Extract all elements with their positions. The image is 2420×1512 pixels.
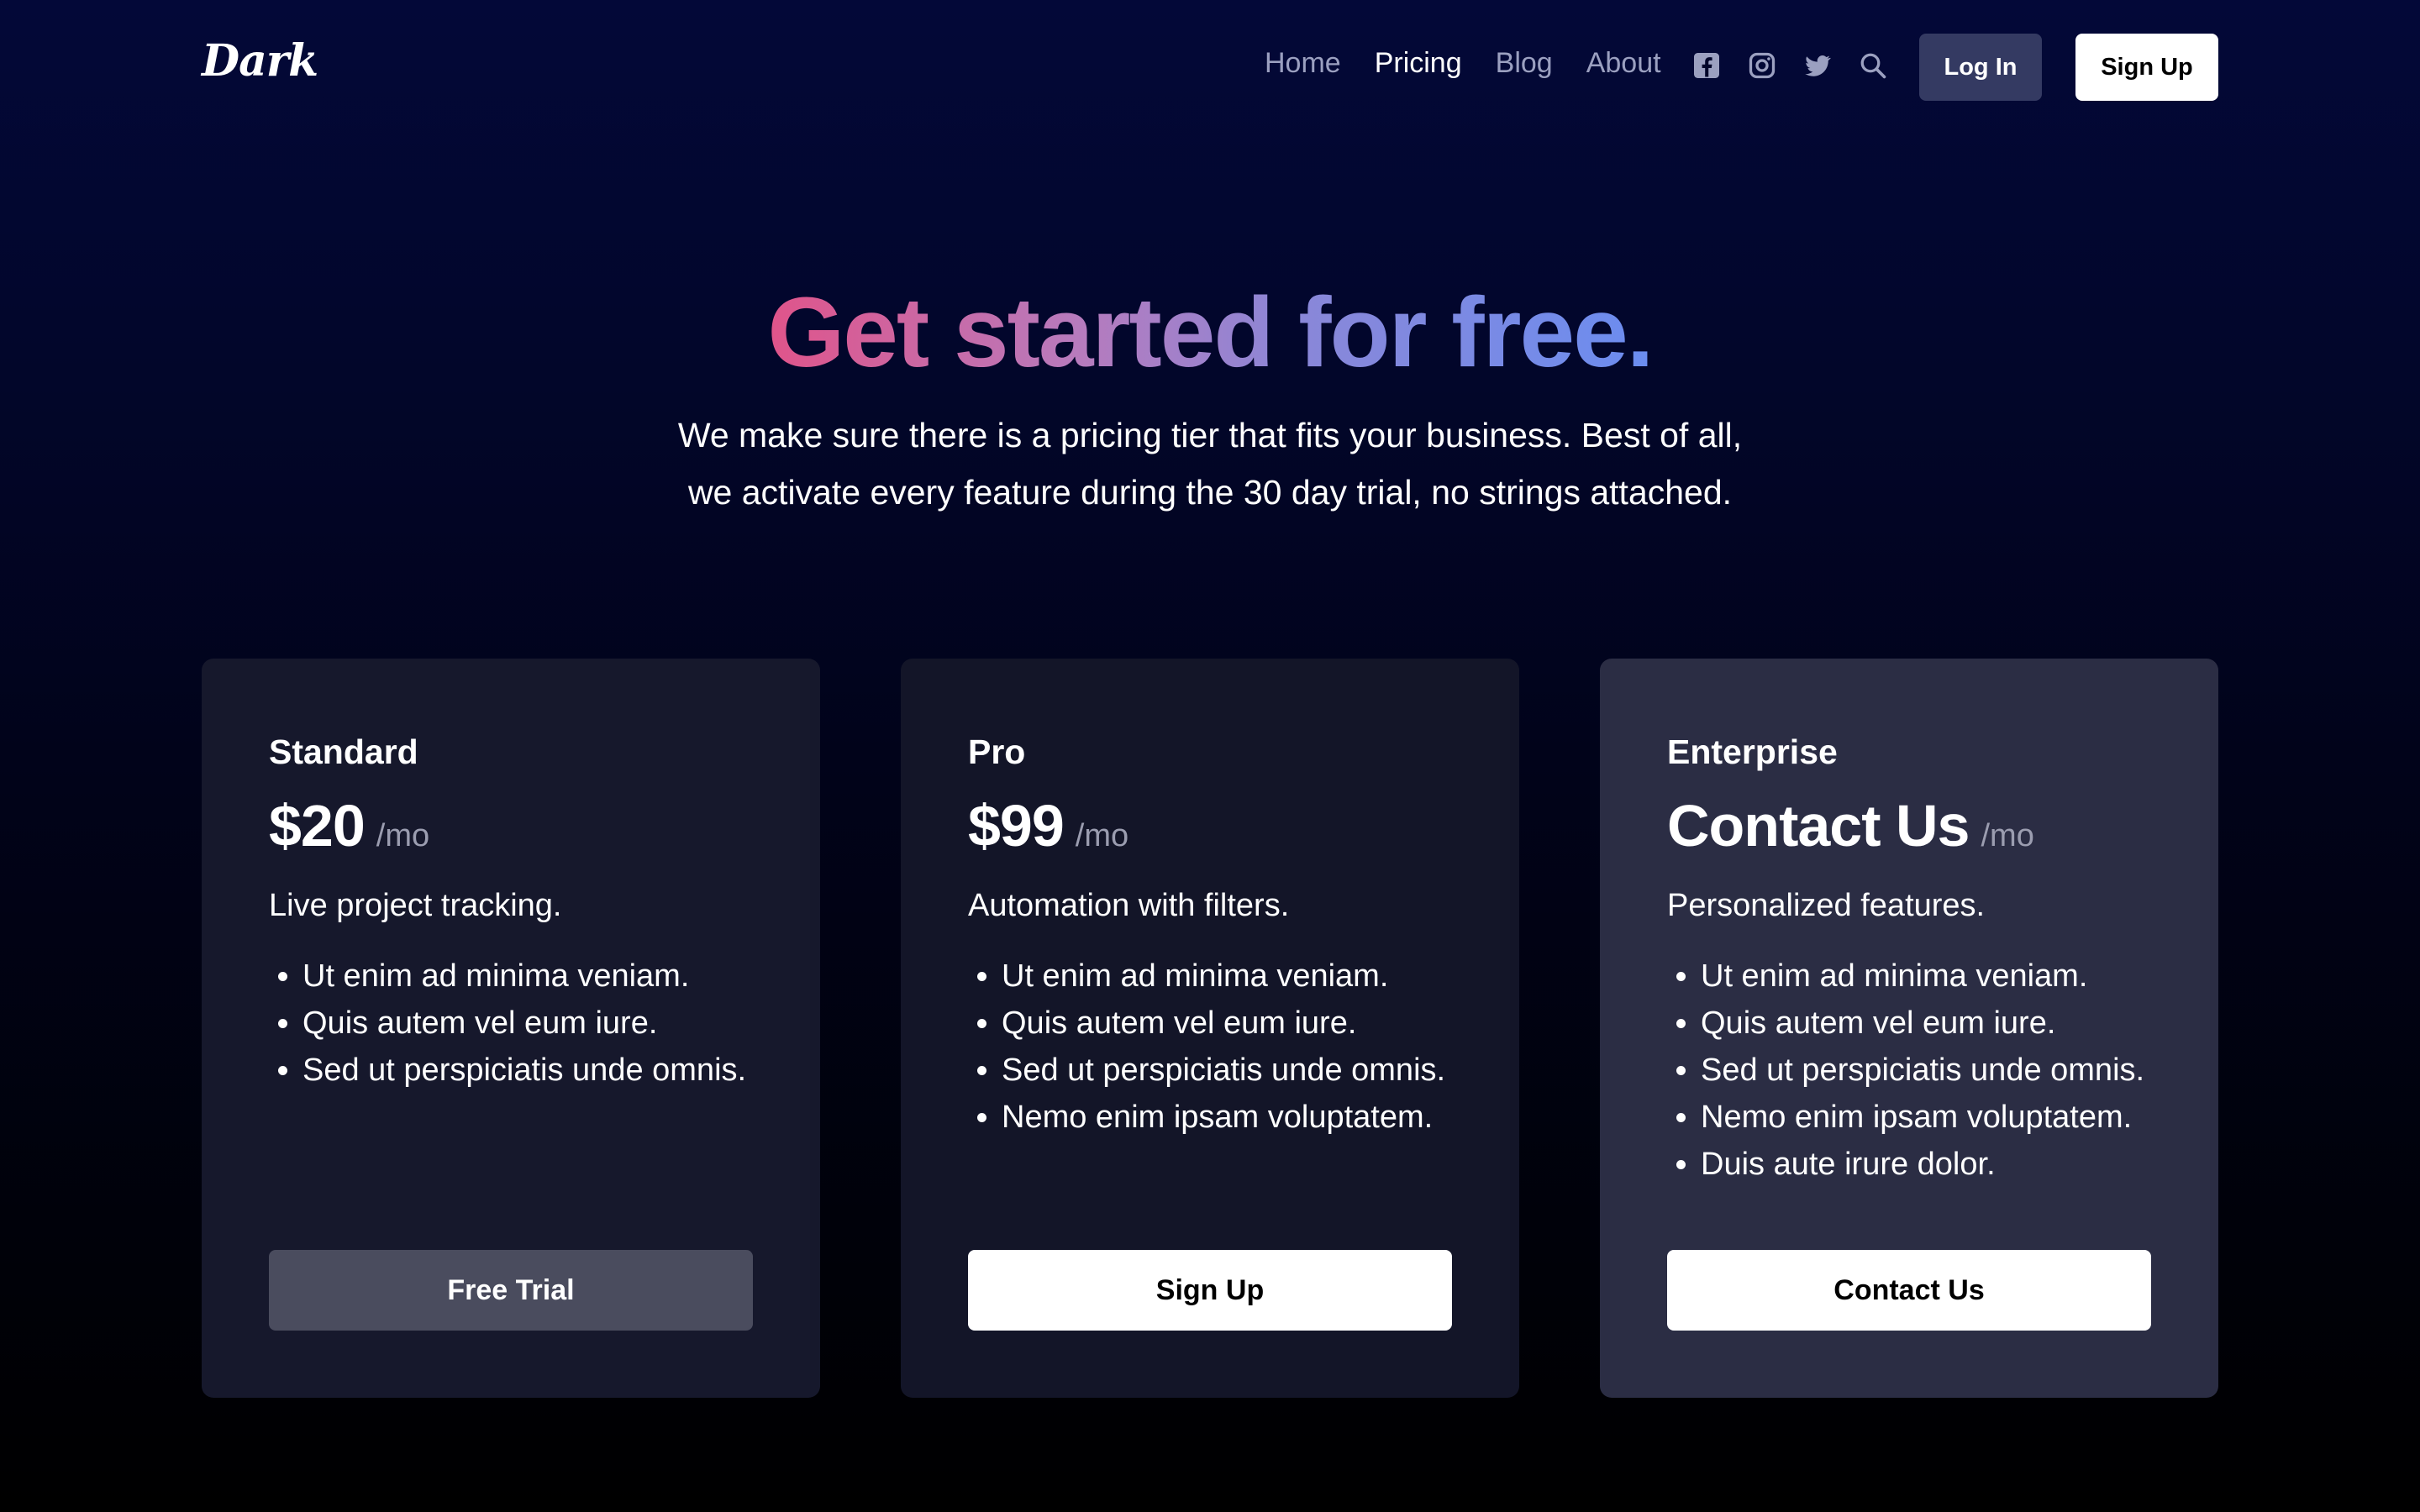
price-row: Contact Us /mo (1667, 792, 2151, 859)
feature-item: Quis autem vel eum iure. (1701, 1000, 2151, 1047)
pricing-card-enterprise: Enterprise Contact Us /mo Personalized f… (1600, 659, 2218, 1398)
login-button[interactable]: Log In (1919, 34, 2042, 101)
plan-name: Enterprise (1667, 732, 1838, 771)
nav-link-home[interactable]: Home (1265, 47, 1341, 80)
brand-logo[interactable]: Dark (202, 35, 318, 87)
free-trial-button[interactable]: Free Trial (269, 1250, 753, 1331)
plan-price: Contact Us (1667, 793, 1970, 858)
hero-subtitle: We make sure there is a pricing tier tha… (622, 407, 1798, 521)
price-row: $20 /mo (269, 792, 753, 859)
price-row: $99 /mo (968, 792, 1452, 859)
hero-title: Get started for free. (0, 276, 2420, 390)
signup-button[interactable]: Sign Up (2075, 34, 2218, 101)
feature-item: Ut enim ad minima veniam. (302, 953, 753, 1000)
feature-item: Nemo enim ipsam voluptatem. (1002, 1094, 1452, 1141)
nav-link-about[interactable]: About (1586, 47, 1661, 80)
feature-item: Nemo enim ipsam voluptatem. (1701, 1094, 2151, 1141)
search-icon[interactable] (1858, 50, 1888, 81)
twitter-icon[interactable] (1802, 50, 1833, 81)
plan-name: Standard (269, 732, 418, 771)
feature-item: Sed ut perspiciatis unde omnis. (1002, 1047, 1452, 1094)
plan-price: $99 (968, 793, 1065, 858)
facebook-icon[interactable] (1691, 50, 1722, 81)
plan-tagline: Live project tracking. (269, 888, 562, 923)
plan-period: /mo (1981, 818, 2034, 853)
feature-list: Ut enim ad minima veniam. Quis autem vel… (269, 953, 753, 1094)
hero-subtitle-line2: we activate every feature during the 30 … (687, 473, 1733, 512)
feature-item: Ut enim ad minima veniam. (1002, 953, 1452, 1000)
social-icons (1691, 50, 1888, 81)
feature-item: Ut enim ad minima veniam. (1701, 953, 2151, 1000)
top-navbar: Dark Home Pricing Blog About Log In Sign… (0, 0, 2420, 134)
plan-period: /mo (1075, 818, 1129, 853)
nav-link-pricing[interactable]: Pricing (1375, 47, 1462, 80)
contact-us-button[interactable]: Contact Us (1667, 1250, 2151, 1331)
instagram-icon[interactable] (1747, 50, 1777, 81)
feature-item: Quis autem vel eum iure. (1002, 1000, 1452, 1047)
plan-period: /mo (376, 818, 430, 853)
feature-item: Quis autem vel eum iure. (302, 1000, 753, 1047)
plan-name: Pro (968, 732, 1026, 771)
nav-link-blog[interactable]: Blog (1496, 47, 1553, 80)
feature-list: Ut enim ad minima veniam. Quis autem vel… (968, 953, 1452, 1141)
plan-tagline: Personalized features. (1667, 888, 1986, 923)
pricing-card-pro: Pro $99 /mo Automation with filters. Ut … (901, 659, 1519, 1398)
feature-item: Sed ut perspiciatis unde omnis. (302, 1047, 753, 1094)
hero-subtitle-line1: We make sure there is a pricing tier tha… (677, 416, 1743, 454)
plan-tagline: Automation with filters. (968, 888, 1290, 923)
feature-list: Ut enim ad minima veniam. Quis autem vel… (1667, 953, 2151, 1188)
feature-item: Sed ut perspiciatis unde omnis. (1701, 1047, 2151, 1094)
hero-title-text: Get started for free. (767, 277, 1654, 388)
plan-price: $20 (269, 793, 366, 858)
pro-signup-button[interactable]: Sign Up (968, 1250, 1452, 1331)
pricing-card-standard: Standard $20 /mo Live project tracking. … (202, 659, 820, 1398)
nav-links: Home Pricing Blog About (1265, 47, 1661, 80)
feature-item: Duis aute irure dolor. (1701, 1141, 2151, 1188)
